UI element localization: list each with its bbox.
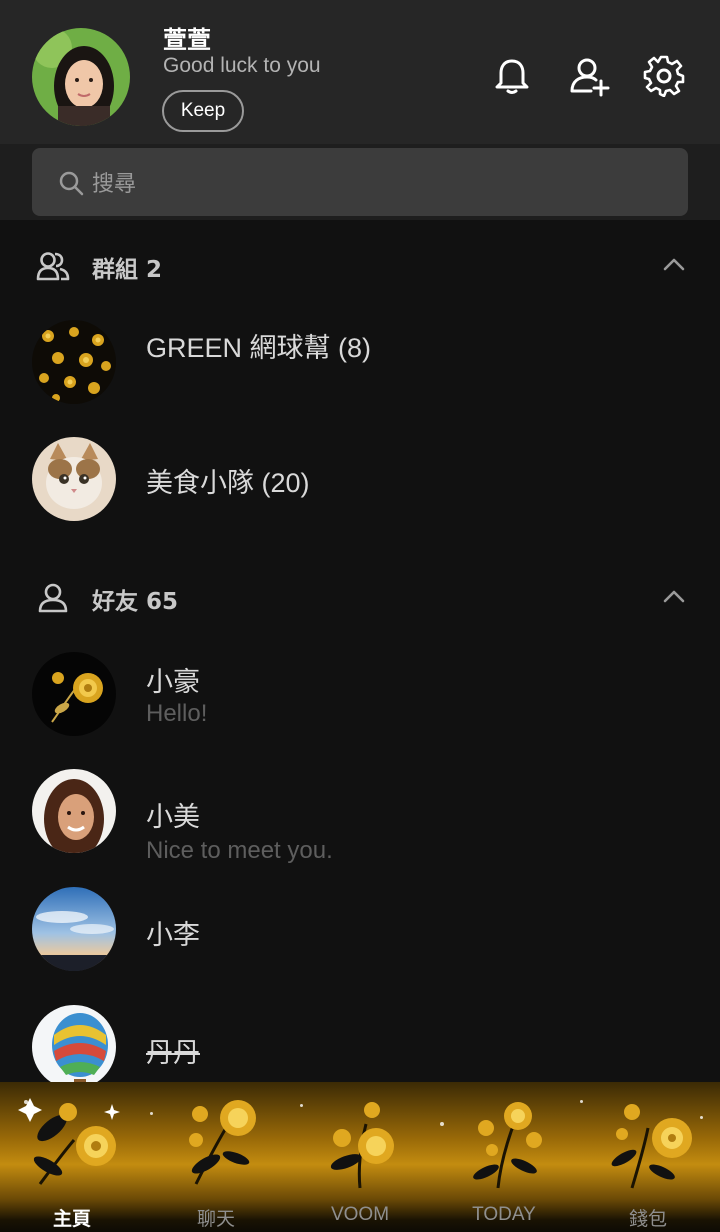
chevron-up-icon[interactable] [662, 588, 686, 604]
tab-wallet[interactable]: 錢包 [576, 1082, 720, 1232]
friend-row[interactable]: 小美 Nice to meet you. [0, 755, 720, 865]
group-row[interactable]: 美食小隊 (20) [0, 423, 720, 533]
gold-rose-wallet-icon [611, 1104, 692, 1189]
friends-section-title: 好友 65 [92, 589, 179, 615]
friend-avatar [32, 769, 116, 853]
friend-status: Hello! [146, 700, 208, 727]
group-avatar [32, 437, 116, 521]
group-name: GREEN 網球幫 (8) [146, 333, 372, 363]
gold-rose-home-icon [18, 1098, 120, 1185]
gold-rose-voom-icon [330, 1102, 394, 1189]
friend-avatar [32, 887, 116, 971]
add-friend-icon[interactable] [569, 55, 611, 97]
friend-name: 小豪 [146, 667, 200, 697]
friend-status: Nice to meet you. [146, 837, 333, 864]
search-input[interactable]: 搜尋 [32, 148, 688, 216]
search-placeholder: 搜尋 [92, 172, 137, 197]
group-name: 美食小隊 (20) [146, 468, 310, 498]
profile-avatar[interactable] [32, 28, 130, 126]
tab-label: VOOM [330, 1204, 390, 1225]
profile-name[interactable]: 萱萱 [163, 20, 211, 55]
search-area: 搜尋 [0, 144, 720, 220]
groups-section-title: 群組 2 [92, 257, 163, 283]
group-icon [36, 252, 70, 281]
friend-avatar [32, 652, 116, 736]
person-icon [38, 583, 68, 613]
friends-section-header[interactable]: 好友 65 [0, 568, 720, 628]
group-row[interactable]: GREEN 網球幫 (8) [0, 306, 720, 416]
keep-button[interactable]: Keep [162, 90, 244, 132]
tab-today[interactable]: TODAY [432, 1082, 576, 1232]
gold-rose-chat-icon [189, 1100, 256, 1185]
bell-icon[interactable] [491, 55, 533, 97]
tab-label: 錢包 [628, 1209, 667, 1230]
bottom-nav: 主頁 聊天 VOOM TODAY 錢包 [0, 1082, 720, 1232]
group-avatar [32, 320, 116, 404]
groups-section-header[interactable]: 群組 2 [0, 236, 720, 296]
tab-home[interactable]: 主頁 [0, 1082, 144, 1232]
friend-row[interactable]: 小豪 Hello! [0, 638, 720, 748]
profile-status-message[interactable]: Good luck to you [163, 54, 321, 78]
tab-label: TODAY [472, 1204, 536, 1225]
tab-label: 聊天 [196, 1209, 235, 1230]
friend-avatar [32, 1005, 116, 1089]
settings-icon[interactable] [643, 55, 685, 97]
chevron-up-icon[interactable] [662, 256, 686, 272]
friend-row[interactable]: 小李 [0, 873, 720, 983]
friend-name: 丹丹 [146, 1038, 200, 1068]
friend-name: 小美 [146, 802, 200, 832]
friend-name: 小李 [146, 920, 200, 950]
tab-voom[interactable]: VOOM [288, 1082, 432, 1232]
tab-label: 主頁 [52, 1209, 91, 1230]
gold-rose-today-icon [473, 1102, 542, 1189]
search-icon [59, 171, 84, 196]
profile-header: 萱萱 Good luck to you Keep [0, 0, 720, 144]
tab-chat[interactable]: 聊天 [144, 1082, 288, 1232]
